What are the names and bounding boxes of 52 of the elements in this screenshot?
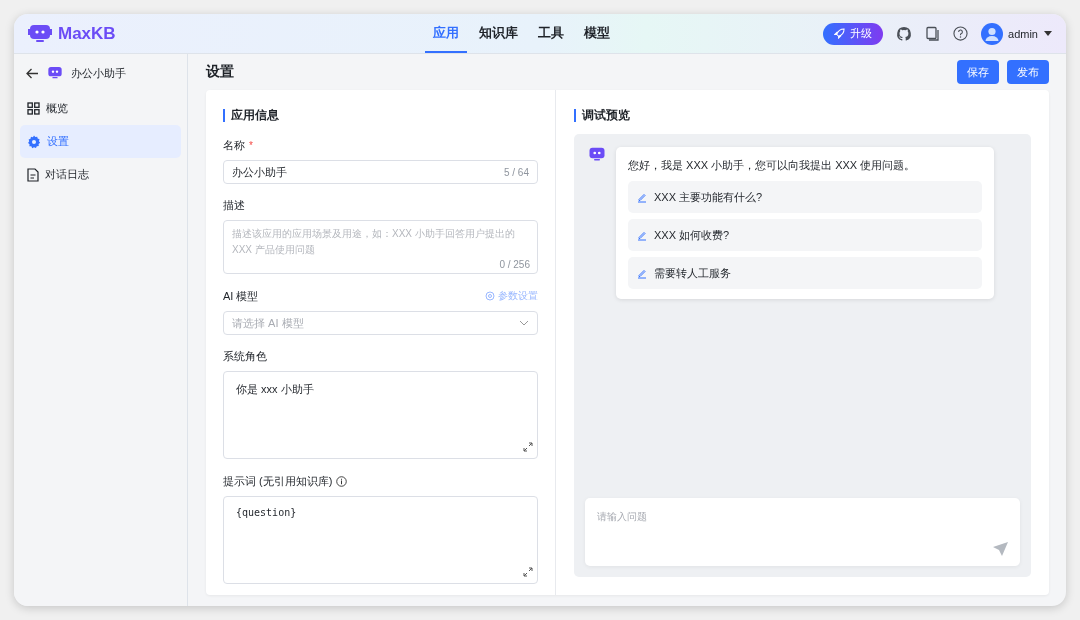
- robot-icon: [47, 66, 63, 80]
- required-mark: *: [249, 139, 253, 151]
- settings-icon: [27, 134, 41, 149]
- section-heading: 应用信息: [223, 109, 538, 122]
- field-label: 提示词 (无引用知识库): [223, 473, 333, 489]
- rocket-icon: [834, 28, 846, 39]
- help-icon[interactable]: [953, 26, 969, 41]
- name-field[interactable]: 办公小助手 5 / 64: [223, 160, 538, 184]
- field-label: 系统角色: [223, 348, 267, 364]
- pencil-icon: [637, 191, 647, 203]
- suggested-question[interactable]: XXX 主要功能有什么?: [628, 181, 982, 213]
- nav-tab[interactable]: 模型: [576, 14, 618, 53]
- section-heading: 调试预览: [574, 109, 1031, 122]
- info-icon: [336, 475, 348, 487]
- system-role-field[interactable]: 你是 xxx 小助手: [223, 371, 538, 459]
- grid-icon: [27, 102, 40, 115]
- sidebar-item[interactable]: 设置: [20, 125, 181, 158]
- field-label: 名称: [223, 137, 245, 153]
- action-button[interactable]: 保存: [957, 60, 999, 84]
- chevron-down-icon: [519, 320, 529, 326]
- document-icon: [27, 167, 39, 182]
- character-counter: 0 / 256: [499, 259, 530, 270]
- prompt-field[interactable]: {question}: [223, 496, 538, 584]
- suggested-question[interactable]: 需要转人工服务: [628, 257, 982, 289]
- avatar-icon[interactable]: [981, 22, 1004, 45]
- sidebar-item[interactable]: 概览: [20, 92, 181, 125]
- greeting-text: 您好，我是 XXX 小助手，您可以向我提出 XXX 使用问题。: [628, 158, 917, 173]
- suggested-question[interactable]: XXX 如何收费?: [628, 219, 982, 251]
- github-icon[interactable]: [896, 25, 913, 42]
- expand-icon[interactable]: [523, 567, 533, 577]
- pencil-icon: [637, 229, 647, 241]
- robot-icon: [588, 147, 606, 162]
- nav-tab[interactable]: 工具: [530, 14, 572, 53]
- book-icon[interactable]: [925, 26, 941, 41]
- page-title: 设置: [206, 63, 234, 81]
- question-input[interactable]: 请输入问题: [585, 498, 1020, 566]
- user-menu[interactable]: admin: [1008, 27, 1052, 40]
- nav-tab[interactable]: 应用: [425, 14, 467, 53]
- expand-icon[interactable]: [523, 442, 533, 452]
- app-name: 办公小助手: [71, 65, 126, 81]
- logo-text: MaxKB: [58, 23, 116, 44]
- robot-logo-icon: [28, 23, 52, 44]
- pencil-icon: [637, 267, 647, 279]
- field-label: 描述: [223, 197, 245, 213]
- action-button[interactable]: 发布: [1007, 60, 1049, 84]
- upgrade-button[interactable]: 升级: [823, 22, 884, 45]
- nav-tab[interactable]: 知识库: [471, 14, 526, 53]
- caret-icon: [1044, 31, 1052, 36]
- settings-icon: [485, 291, 495, 301]
- sidebar-item[interactable]: 对话日志: [20, 158, 181, 191]
- field-label: AI 模型: [223, 288, 259, 304]
- back-arrow-icon[interactable]: [26, 67, 39, 79]
